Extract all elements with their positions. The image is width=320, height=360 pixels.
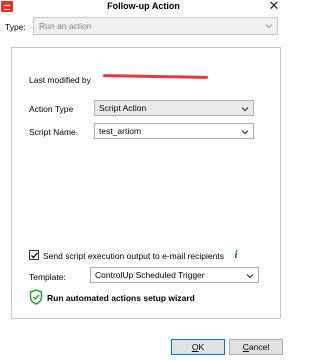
action-type-value: Script Action xyxy=(99,103,147,113)
template-label: Template: xyxy=(29,272,66,282)
cancel-label-rest: ancel xyxy=(248,342,270,352)
template-dropdown[interactable]: ControlUp Scheduled Trigger xyxy=(90,267,259,283)
window-title: Follow-up Action xyxy=(107,1,180,11)
setup-wizard-link[interactable]: Run automated actions setup wizard xyxy=(47,293,195,303)
chevron-down-icon xyxy=(265,24,273,29)
chevron-down-icon xyxy=(246,274,254,279)
action-type-label: Action Type xyxy=(29,104,74,114)
type-dropdown[interactable]: Run an action xyxy=(33,17,278,35)
close-button[interactable]: ✕ xyxy=(267,0,281,13)
checkmark-icon xyxy=(31,252,38,259)
send-output-checkbox[interactable] xyxy=(29,250,39,260)
action-type-dropdown[interactable]: Script Action xyxy=(94,100,254,116)
type-value: Run an action xyxy=(39,21,92,31)
last-modified-label: Last modified by xyxy=(29,75,91,85)
cancel-button[interactable]: Cancel xyxy=(229,339,283,355)
script-name-label: Script Name xyxy=(29,127,76,137)
send-output-label: Send script execution output to e-mail r… xyxy=(43,251,224,261)
title-bar: Follow-up Action ✕ xyxy=(0,0,287,14)
action-settings-panel: Last modified by Action Type Script Acti… xyxy=(11,47,281,319)
chevron-down-icon xyxy=(241,107,249,112)
script-name-dropdown[interactable]: test_artiom xyxy=(94,123,254,139)
ok-button[interactable]: OK xyxy=(171,339,225,355)
ok-label-rest: K xyxy=(198,342,205,352)
info-icon[interactable]: i xyxy=(230,247,242,261)
script-name-value: test_artiom xyxy=(99,126,142,136)
type-label: Type: xyxy=(5,22,26,32)
template-value: ControlUp Scheduled Trigger xyxy=(95,270,205,280)
shield-check-icon[interactable] xyxy=(29,289,43,305)
redacted-author xyxy=(102,74,209,79)
chevron-down-icon xyxy=(241,130,249,135)
